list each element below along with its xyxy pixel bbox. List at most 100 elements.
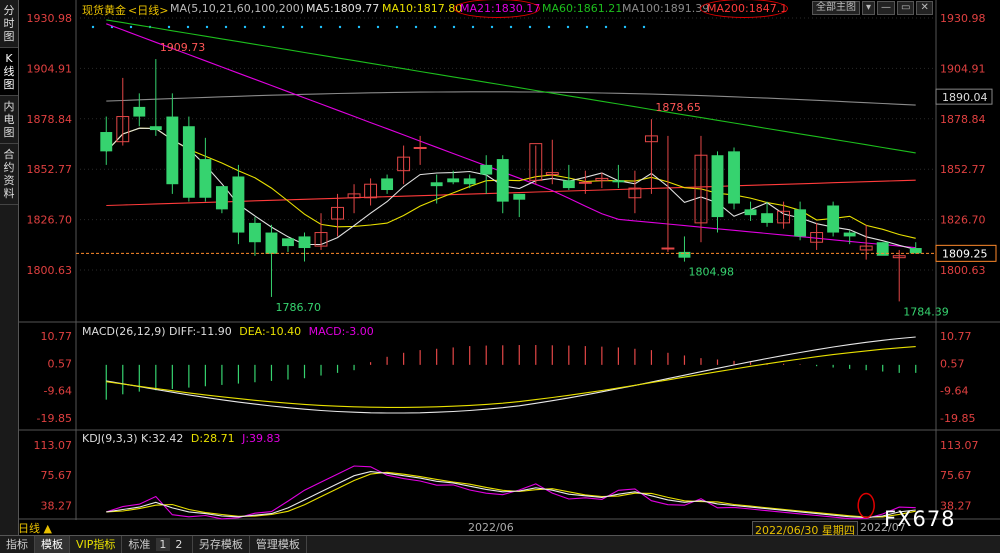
period-label[interactable]: 日线 bbox=[18, 522, 40, 535]
top-dot-marker bbox=[357, 25, 361, 29]
top-dot-marker bbox=[262, 25, 266, 29]
kdj-j: J:39.83 bbox=[242, 432, 281, 445]
macd-tick-left: -19.85 bbox=[37, 412, 72, 425]
ma100-line bbox=[106, 91, 916, 106]
current-price-tag: 1809.25 bbox=[942, 247, 988, 260]
top-dot-marker bbox=[585, 25, 589, 29]
tab-vip-indicators[interactable]: VIP指标 bbox=[70, 536, 123, 553]
tab-time-chart[interactable]: 分时图 bbox=[0, 0, 18, 48]
top-dot-marker bbox=[471, 25, 475, 29]
macd-tick-right: -19.85 bbox=[940, 412, 975, 425]
kdj-d-line bbox=[106, 471, 916, 518]
close-icon[interactable]: ✕ bbox=[916, 1, 933, 15]
save-template-button[interactable]: 另存模板 bbox=[193, 536, 250, 553]
high-annotation: 1909.73 bbox=[160, 41, 206, 54]
top-dot-marker bbox=[338, 25, 342, 29]
candle-body bbox=[182, 126, 195, 198]
tab-indicators[interactable]: 指标 bbox=[0, 536, 35, 553]
kdj-label[interactable]: KDJ(9,3,3) bbox=[82, 432, 138, 445]
candle-body bbox=[744, 209, 757, 216]
low-annotation: 1784.39 bbox=[903, 305, 949, 318]
top-dot-marker bbox=[319, 25, 323, 29]
low-annotation: 1804.98 bbox=[688, 266, 734, 279]
caret-up-icon[interactable]: ▲ bbox=[44, 522, 52, 535]
top-dot-marker bbox=[642, 25, 646, 29]
candle-body bbox=[413, 146, 427, 149]
tab-templates[interactable]: 模板 bbox=[35, 536, 70, 553]
candle-body bbox=[298, 236, 311, 249]
ma10-value: MA10:1817.80 bbox=[382, 2, 463, 15]
price-tick-label-right: 1800.63 bbox=[940, 264, 986, 277]
price-tick-label-left: 1826.70 bbox=[27, 214, 73, 227]
candle-body bbox=[232, 176, 245, 233]
candle-body bbox=[133, 106, 146, 117]
price-tick-label-right: 1904.91 bbox=[940, 62, 986, 75]
candle-body bbox=[794, 209, 807, 237]
candle-body bbox=[612, 180, 625, 183]
candle-body bbox=[496, 159, 509, 202]
price-tick-label-left: 1930.98 bbox=[27, 12, 73, 25]
candle-body bbox=[430, 182, 443, 187]
page-2-button[interactable]: 2 bbox=[172, 538, 186, 551]
candle-body bbox=[199, 159, 212, 198]
macd-label[interactable]: MACD(26,12,9) bbox=[82, 325, 166, 338]
top-dot-marker bbox=[623, 25, 627, 29]
price-tick-label-left: 1904.91 bbox=[27, 62, 73, 75]
macd-value: MACD:-3.00 bbox=[308, 325, 374, 338]
tab-internal-chart[interactable]: 内电图 bbox=[0, 96, 18, 144]
candle-body bbox=[513, 193, 526, 200]
macd-tick-left: 0.57 bbox=[48, 357, 73, 370]
manage-template-button[interactable]: 管理模板 bbox=[250, 536, 307, 553]
chart-controls: 全部主图 ▾ — ▭ ✕ bbox=[812, 1, 933, 15]
macd-tick-left: -9.64 bbox=[44, 385, 72, 398]
page-1-button[interactable]: 1 bbox=[155, 538, 170, 551]
date-axis-label: 2022/06 bbox=[468, 521, 514, 534]
period-tag[interactable]: <日线> bbox=[128, 2, 168, 18]
candle-body bbox=[827, 205, 840, 233]
top-dot-marker bbox=[300, 25, 304, 29]
macd-tick-right: 0.57 bbox=[940, 357, 965, 370]
candle-body bbox=[480, 164, 493, 175]
low-annotation: 1786.70 bbox=[275, 301, 321, 314]
tab-standard[interactable]: 标准 12 bbox=[122, 536, 193, 553]
candle-body bbox=[100, 132, 113, 152]
top-dot-marker bbox=[566, 25, 570, 29]
top-dot-marker bbox=[91, 25, 95, 29]
top-dot-marker bbox=[224, 25, 228, 29]
candle-body bbox=[463, 178, 476, 185]
restore-icon[interactable]: ▭ bbox=[897, 1, 915, 15]
tab-kline-chart[interactable]: K线图 bbox=[0, 48, 18, 96]
top-dot-marker bbox=[376, 25, 380, 29]
price-chart[interactable]: 1930.98 1930.98 1904.91 1904.91 1878.84 1878.… bbox=[18, 0, 1000, 535]
kdj-tick-left: 38.27 bbox=[41, 499, 73, 512]
candle-body bbox=[661, 247, 675, 250]
minimize-icon[interactable]: — bbox=[877, 1, 896, 15]
macd-dea-line bbox=[106, 346, 916, 408]
candle-body bbox=[909, 248, 922, 254]
ma5-value: MA5:1809.77 bbox=[306, 2, 380, 15]
bottom-toolbar: 指标 模板 VIP指标 标准 12 另存模板 管理模板 bbox=[0, 535, 1000, 553]
top-dot-marker bbox=[528, 25, 532, 29]
macd-tick-right: -9.64 bbox=[940, 385, 968, 398]
price-tick-label-left: 1852.77 bbox=[27, 163, 73, 176]
top-dot-marker bbox=[243, 25, 247, 29]
candle-body bbox=[562, 180, 575, 189]
macd-tick-left: 10.77 bbox=[41, 330, 73, 343]
tab-contract-info[interactable]: 合约资料 bbox=[0, 144, 18, 205]
ma-params[interactable]: MA(5,10,21,60,100,200) bbox=[170, 2, 304, 15]
ma60-line bbox=[106, 19, 916, 154]
tab-standard-label[interactable]: 标准 bbox=[128, 538, 150, 551]
top-dot-marker bbox=[490, 25, 494, 29]
top-dot-marker bbox=[395, 25, 399, 29]
candle-body bbox=[728, 151, 740, 204]
chevron-down-icon[interactable]: ▾ bbox=[862, 1, 876, 15]
candle-body bbox=[678, 251, 691, 258]
candle-body bbox=[381, 178, 394, 191]
main-chart-select[interactable]: 全部主图 bbox=[812, 1, 860, 15]
top-dot-marker bbox=[433, 25, 437, 29]
period-selector[interactable]: 日线 ▲ bbox=[18, 520, 138, 535]
candle-body bbox=[282, 238, 294, 247]
top-dot-marker bbox=[509, 25, 513, 29]
price-tick-label-left: 1800.63 bbox=[27, 264, 73, 277]
price-tick-label-right: 1930.98 bbox=[940, 12, 986, 25]
